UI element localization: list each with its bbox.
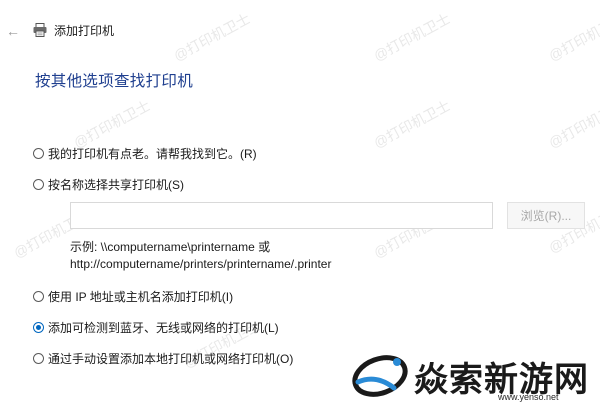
watermark-text: @打印机卫士 [545, 97, 600, 151]
radio-button[interactable] [33, 352, 44, 364]
brand-logo-icon [352, 355, 408, 397]
title-bar: ← 添加打印机 [0, 0, 600, 60]
example-line-1: 示例: \\computername\printername 或 [70, 240, 271, 254]
option-shared-printer-by-name[interactable]: 按名称选择共享打印机(S) [33, 174, 184, 194]
shared-printer-name-input[interactable] [70, 202, 493, 229]
page-heading: 按其他选项查找打印机 [35, 73, 194, 90]
option-label: 添加可检测到蓝牙、无线或网络的打印机(L) [48, 320, 279, 335]
option-label: 按名称选择共享打印机(S) [48, 177, 184, 192]
window-title: 添加打印机 [54, 24, 115, 38]
back-arrow-icon: ← [6, 23, 20, 39]
option-manual-local-network[interactable]: 通过手动设置添加本地打印机或网络打印机(O) [33, 348, 293, 368]
radio-button[interactable] [33, 178, 44, 190]
watermark-text: @打印机卫士 [370, 97, 453, 151]
example-line-2: http://computername/printers/printername… [70, 257, 332, 271]
brand-watermark: 焱索新游网 www.yenso.net [350, 346, 600, 406]
option-label: 通过手动设置添加本地打印机或网络打印机(O) [48, 351, 294, 366]
brand-url: www.yenso.net [498, 392, 559, 402]
option-label: 使用 IP 地址或主机名添加打印机(I) [48, 289, 234, 304]
browse-button[interactable]: 浏览(R)... [507, 202, 585, 229]
option-label: 我的打印机有点老。请帮我找到它。(R) [48, 146, 257, 161]
radio-button-selected[interactable] [33, 321, 44, 333]
radio-button[interactable] [33, 290, 44, 302]
printer-icon [33, 23, 47, 37]
option-old-printer[interactable]: 我的打印机有点老。请帮我找到它。(R) [33, 143, 257, 163]
option-bluetooth-wireless-network[interactable]: 添加可检测到蓝牙、无线或网络的打印机(L) [33, 317, 279, 337]
radio-button[interactable] [33, 147, 44, 159]
back-button[interactable]: ← [4, 22, 22, 40]
option-ip-address[interactable]: 使用 IP 地址或主机名添加打印机(I) [33, 286, 233, 306]
